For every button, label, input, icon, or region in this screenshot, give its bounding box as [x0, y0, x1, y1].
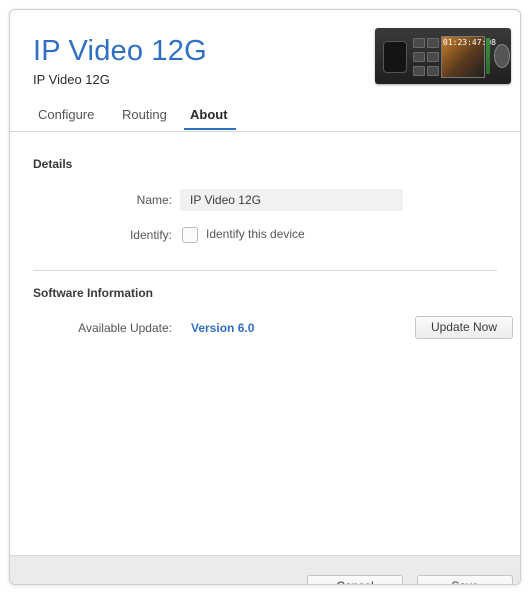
device-panel-button-icon	[427, 52, 439, 62]
device-panel-knob-icon	[383, 41, 407, 73]
name-input[interactable]	[180, 189, 403, 211]
identify-label: Identify:	[129, 228, 172, 242]
name-label: Name:	[136, 193, 172, 207]
cancel-button[interactable]: Cancel	[307, 575, 403, 584]
tab-configure[interactable]: Configure	[38, 105, 94, 133]
tab-divider	[10, 131, 520, 132]
device-audio-meter-icon	[486, 38, 490, 74]
active-tab-indicator	[184, 128, 236, 130]
device-panel-button-icon	[413, 38, 425, 48]
device-panel-button-icon	[427, 38, 439, 48]
device-front-panel-image: 01:23:47:08	[375, 28, 511, 84]
version-link[interactable]: Version 6.0	[191, 321, 254, 335]
identify-checkbox[interactable]	[182, 227, 198, 243]
device-title: IP Video 12G	[33, 35, 207, 67]
footer-bar: Cancel Save	[10, 555, 520, 584]
setup-window: IP Video 12G IP Video 12G 01:23:47:08 Co…	[9, 9, 521, 585]
tab-routing[interactable]: Routing	[122, 105, 167, 133]
device-lcd-screen: 01:23:47:08	[441, 36, 496, 78]
software-section-title: Software Information	[33, 286, 154, 300]
update-now-button[interactable]: Update Now	[415, 316, 513, 339]
identify-checkbox-label[interactable]: Identify this device	[206, 227, 305, 241]
save-button[interactable]: Save	[417, 575, 513, 584]
device-panel-button-icon	[427, 66, 439, 76]
device-panel-button-icon	[413, 66, 425, 76]
device-panel-button-icon	[413, 52, 425, 62]
device-scroll-knob-icon	[494, 44, 510, 68]
available-update-label: Available Update:	[78, 321, 172, 335]
details-section-title: Details	[33, 157, 73, 171]
section-divider	[33, 270, 497, 271]
device-subtitle: IP Video 12G	[33, 72, 110, 87]
